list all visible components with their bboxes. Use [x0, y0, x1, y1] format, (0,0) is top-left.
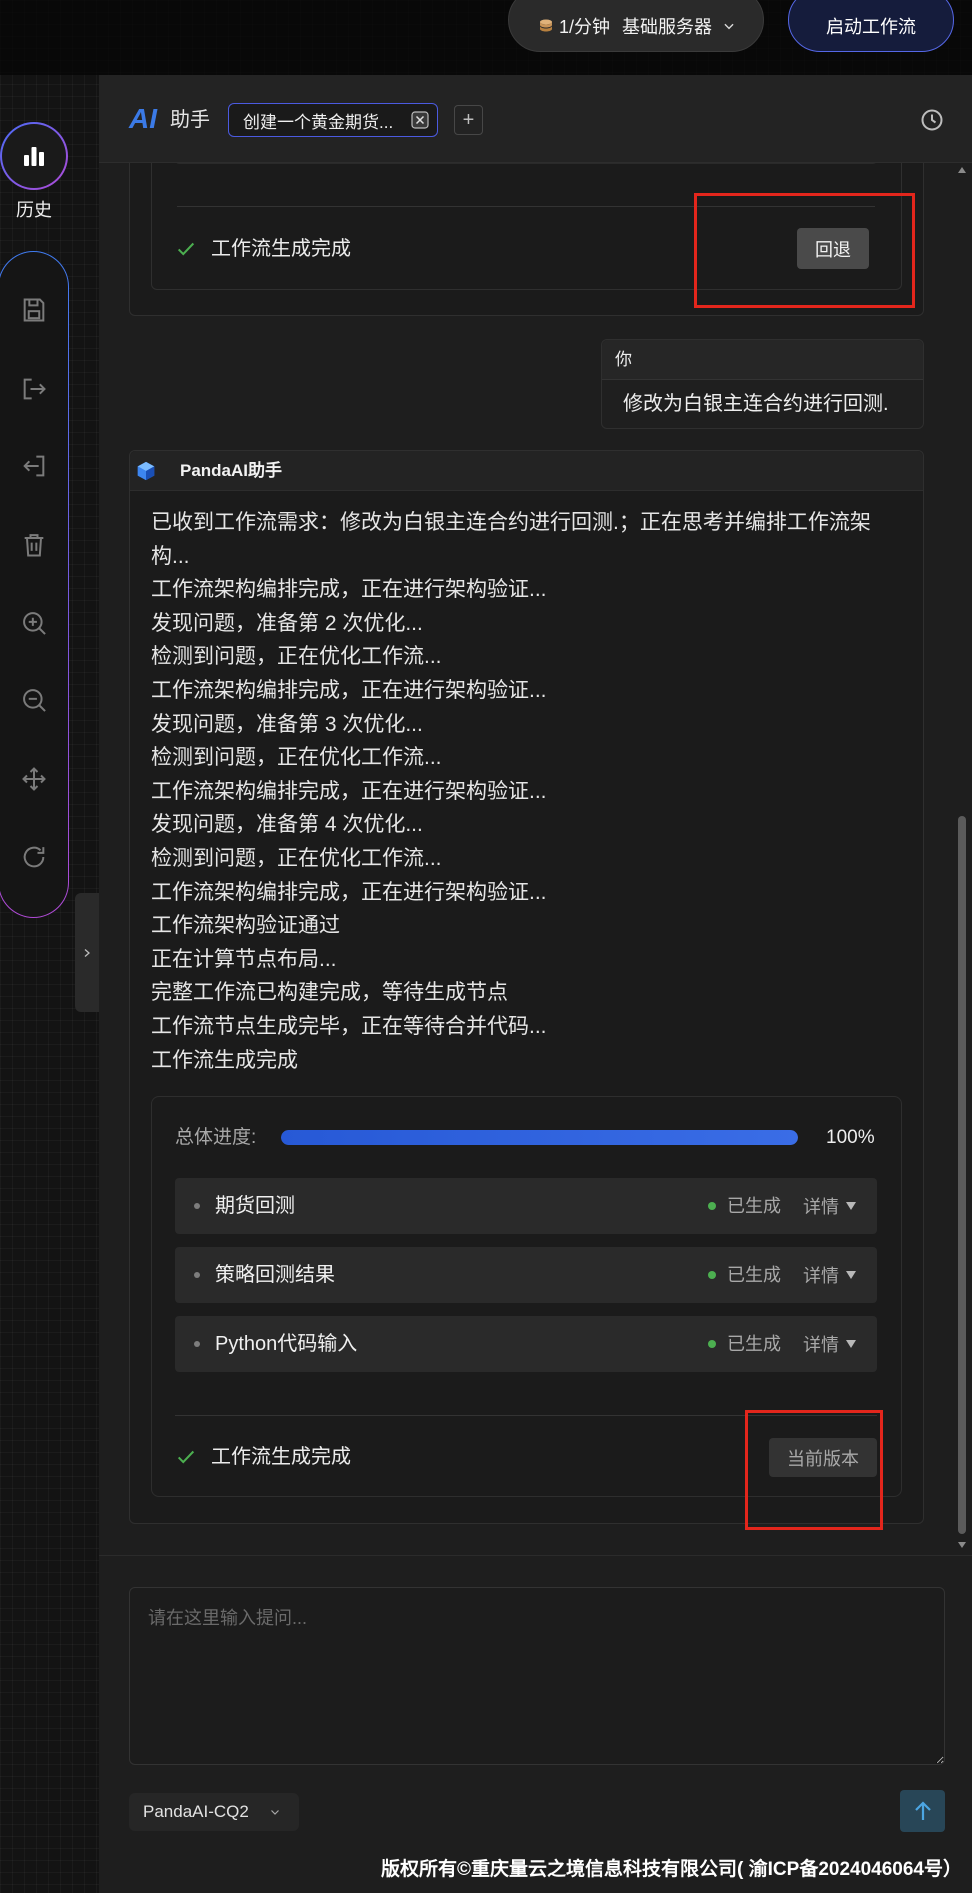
assistant-header: PandaAI助手: [130, 451, 923, 491]
node-row: 策略回测结果 已生成 详情: [175, 1247, 877, 1303]
details-label: 详情: [803, 1266, 839, 1286]
copyright-footer: 版权所有©重庆量云之境信息科技有限公司( 渝ICP备2024046064号）: [381, 1859, 962, 1880]
caret-down-icon: [846, 1271, 856, 1279]
user-message: 你 修改为白银主连合约进行回测.: [601, 339, 924, 429]
tab-session[interactable]: 创建一个黄金期货...: [228, 103, 438, 137]
workflow-status: 工作流生成完成: [211, 238, 351, 260]
start-workflow-button[interactable]: 启动工作流: [788, 0, 954, 52]
node-row: Python代码输入 已生成 详情: [175, 1316, 877, 1372]
node-name: 期货回测: [215, 1195, 295, 1217]
log-line: 发现问题，准备第 2 次优化...: [151, 611, 423, 635]
assistant-message: PandaAI助手 已收到工作流需求：修改为白银主连合约进行回测.；正在思考并编…: [129, 450, 924, 1524]
assistant-log: 已收到工作流需求：修改为白银主连合约进行回测.；正在思考并编排工作流架构... …: [151, 506, 886, 1077]
sidebar-toggle[interactable]: [75, 893, 99, 1012]
send-button[interactable]: [900, 1790, 945, 1832]
history-button[interactable]: [0, 122, 68, 190]
log-line: 正在计算节点布局...: [151, 947, 337, 971]
log-line: 检测到问题，正在优化工作流...: [151, 846, 442, 870]
chevron-down-icon: [271, 1810, 279, 1815]
log-line: 已收到工作流需求：修改为白银主连合约进行回测.；正在思考并编排工作流架构...: [151, 511, 871, 568]
status-dot-icon: [708, 1340, 716, 1348]
progress-bar: [281, 1130, 798, 1145]
node-status: 已生成: [727, 1334, 781, 1354]
progress-percent: 100%: [826, 1127, 875, 1148]
arrow-up-icon: [914, 1801, 931, 1820]
caret-down-icon: [846, 1202, 856, 1210]
scroll-up-arrow-icon[interactable]: [957, 166, 967, 174]
logout-icon[interactable]: [20, 375, 48, 403]
chat-header: AI 助手 创建一个黄金期货... +: [99, 75, 972, 163]
status-dot-icon: [708, 1202, 716, 1210]
bullet-icon: [194, 1272, 200, 1278]
assistant-sender: PandaAI助手: [180, 461, 283, 480]
node-name: 策略回测结果: [215, 1264, 335, 1286]
prompt-input[interactable]: [129, 1587, 945, 1765]
model-select-value: PandaAI-CQ2: [143, 1802, 249, 1821]
tab-label: 创建一个黄金期货...: [243, 112, 394, 132]
log-line: 发现问题，准备第 4 次优化...: [151, 813, 423, 837]
node-row: 期货回测 已生成 详情: [175, 1178, 877, 1234]
coin-stack-icon: [540, 19, 552, 32]
user-sender: 你: [602, 340, 923, 380]
user-message-text: 修改为白银主连合约进行回测.: [623, 393, 889, 415]
move-icon[interactable]: [20, 765, 48, 793]
close-icon[interactable]: [411, 111, 429, 129]
node-details-toggle[interactable]: 详情: [803, 1178, 857, 1234]
log-line: 工作流架构编排完成，正在进行架构验证...: [151, 578, 547, 602]
scrollbar-thumb[interactable]: [958, 816, 966, 1534]
ai-logo: AI: [129, 103, 157, 134]
node-details-toggle[interactable]: 详情: [803, 1247, 857, 1303]
node-status: 已生成: [727, 1265, 781, 1285]
log-line: 检测到问题，正在优化工作流...: [151, 746, 442, 770]
log-line: 工作流架构编排完成，正在进行架构验证...: [151, 678, 547, 702]
server-label: 基础服务器: [622, 17, 713, 37]
check-icon: [177, 242, 195, 256]
highlight-box: [694, 193, 915, 308]
refresh-icon[interactable]: [20, 843, 48, 871]
login-icon[interactable]: [20, 452, 48, 480]
log-line: 工作流架构验证通过: [151, 914, 340, 938]
bullet-icon: [194, 1341, 200, 1347]
zoom-in-icon[interactable]: [20, 609, 48, 637]
server-selector[interactable]: 1/分钟 基础服务器: [508, 0, 764, 52]
rate-label: 1/分钟: [559, 17, 611, 37]
pandaai-logo-icon: [137, 461, 155, 481]
bullet-icon: [194, 1203, 200, 1209]
log-line: 发现问题，准备第 3 次优化...: [151, 712, 423, 736]
workflow-status: 工作流生成完成: [211, 1446, 351, 1468]
node-row: [175, 163, 877, 164]
log-line: 工作流节点生成完毕，正在等待合并代码...: [151, 1014, 547, 1038]
progress-label: 总体进度:: [175, 1127, 257, 1148]
model-select[interactable]: PandaAI-CQ2: [129, 1793, 299, 1831]
chevron-right-icon: [84, 948, 90, 957]
add-tab-button[interactable]: +: [454, 105, 483, 135]
progress-bar-fill: [281, 1130, 798, 1145]
canvas-toolbar: [0, 251, 69, 918]
zoom-out-icon[interactable]: [20, 686, 48, 714]
log-line: 工作流架构编排完成，正在进行架构验证...: [151, 779, 547, 803]
node-status: 已生成: [727, 1196, 781, 1216]
trash-icon[interactable]: [20, 531, 48, 559]
log-line: 工作流生成完成: [151, 1048, 298, 1072]
log-line: 完整工作流已构建完成，等待生成节点: [151, 981, 508, 1005]
header-title: 助手: [170, 109, 210, 131]
history-label: 历史: [16, 200, 52, 220]
caret-down-icon: [846, 1340, 856, 1348]
divider: [99, 1555, 972, 1556]
check-icon: [177, 1450, 195, 1464]
highlight-box: [745, 1410, 883, 1530]
save-icon[interactable]: [20, 296, 48, 324]
log-line: 工作流架构编排完成，正在进行架构验证...: [151, 880, 547, 904]
chevron-down-icon: [724, 23, 734, 30]
history-clock-icon[interactable]: [920, 108, 944, 132]
node-details-toggle[interactable]: 详情: [803, 1316, 857, 1372]
bar-chart-icon: [24, 147, 44, 166]
log-line: 检测到问题，正在优化工作流...: [151, 645, 442, 669]
details-label: 详情: [803, 1197, 839, 1217]
details-label: 详情: [803, 1335, 839, 1355]
node-name: Python代码输入: [215, 1333, 358, 1355]
status-dot-icon: [708, 1271, 716, 1279]
chat-scroll-area[interactable]: 工作流生成完成 回退 你 修改为白银主连合约进行回测. PandaAI助手 已收…: [99, 163, 972, 1555]
scroll-down-arrow-icon[interactable]: [957, 1541, 967, 1549]
